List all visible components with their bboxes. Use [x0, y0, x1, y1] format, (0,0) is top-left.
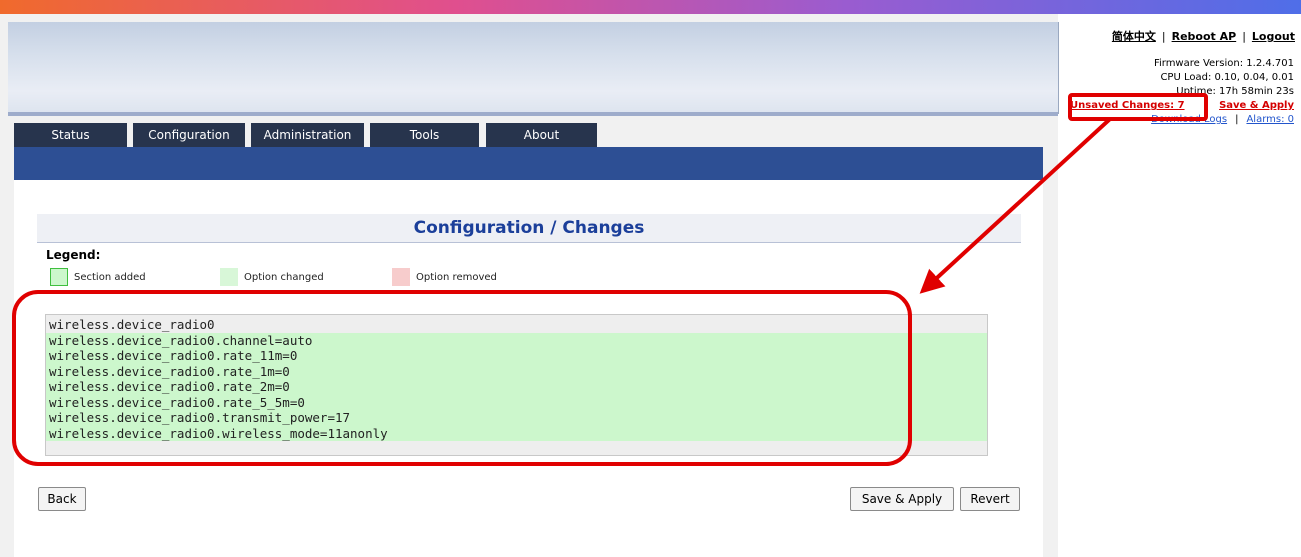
- annotation-arrow: [919, 117, 1112, 294]
- arrow-line: [919, 117, 1112, 294]
